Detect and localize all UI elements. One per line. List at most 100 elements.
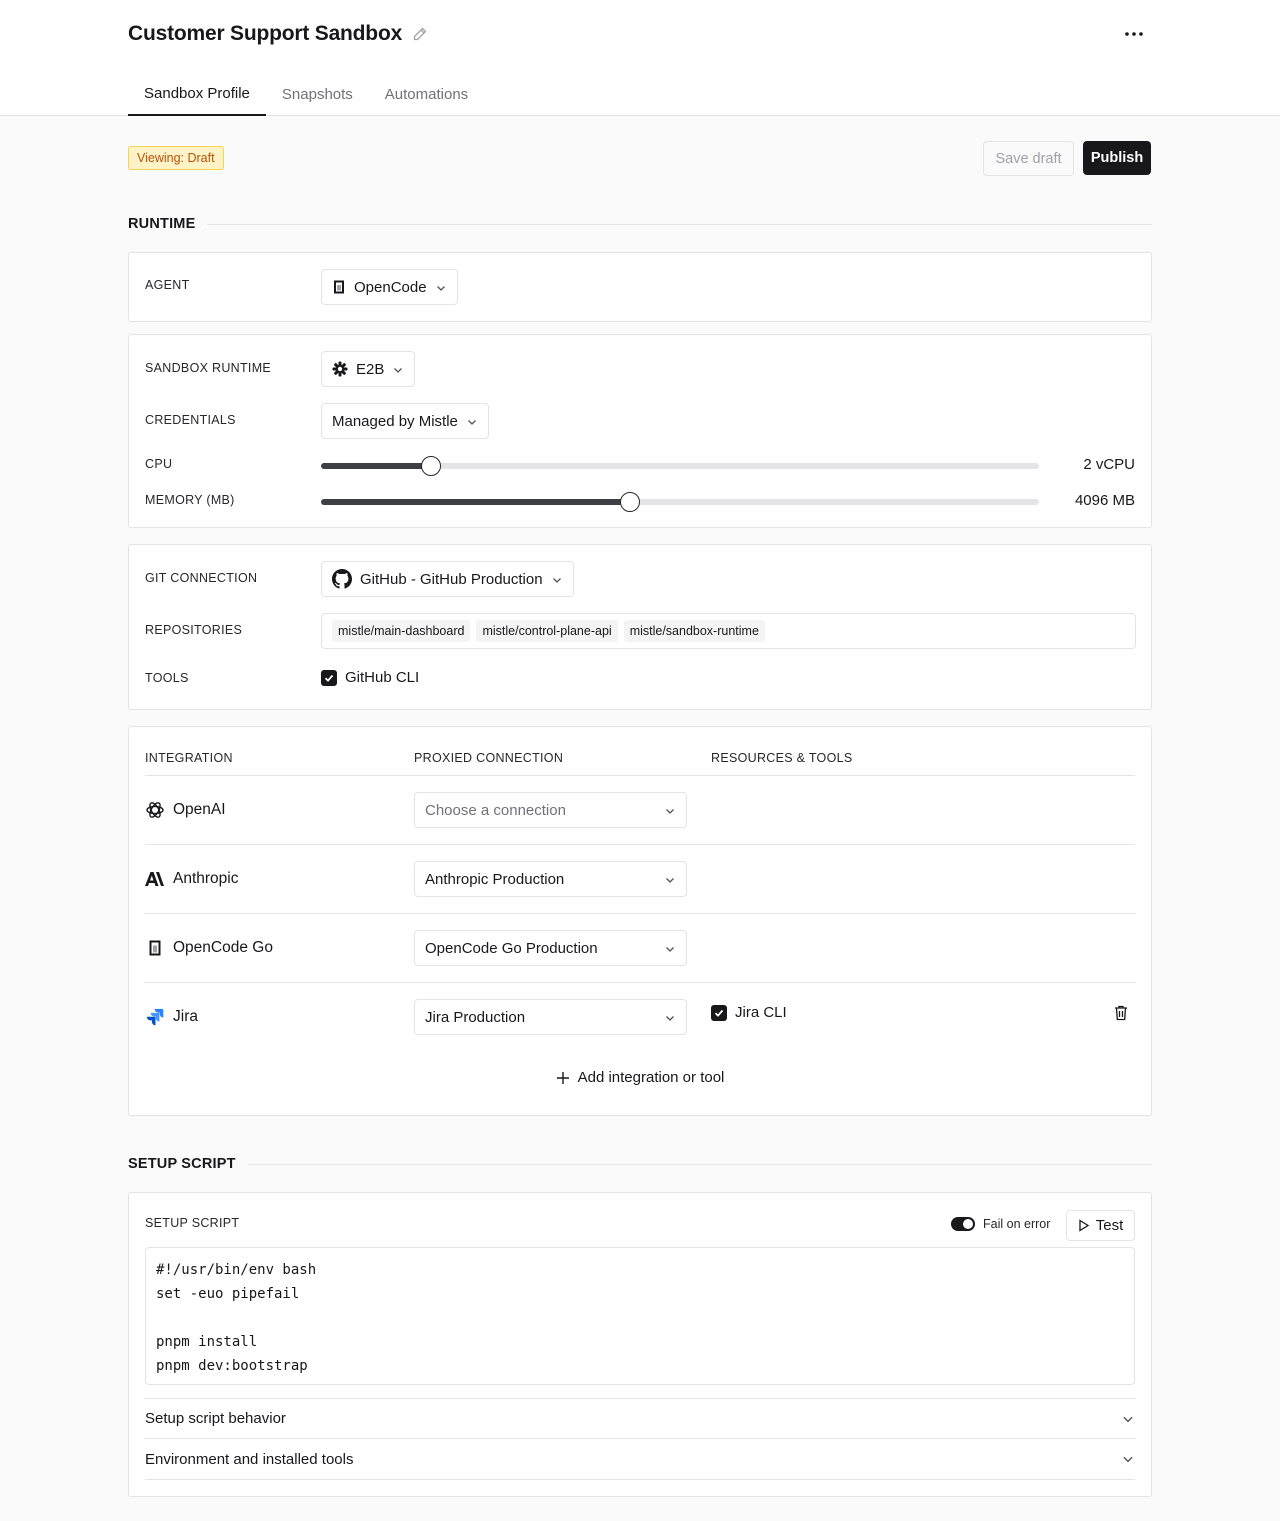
opencode-icon [145,938,165,958]
integration-openai: OpenAI [145,800,226,820]
integrations-card: INTEGRATION PROXIED CONNECTION RESOURCES… [128,726,1152,1116]
github-cli-checkbox[interactable]: GitHub CLI [321,669,419,686]
sandbox-runtime-select[interactable]: E2B [321,351,416,387]
chevron-down-icon [392,363,404,375]
runtime-section-header: RUNTIME [128,216,1152,232]
credentials-select[interactable]: Managed by Mistle [321,403,489,439]
save-draft-button[interactable]: Save draft [983,141,1074,176]
cpu-label: CPU [145,457,173,471]
play-icon [1078,1219,1090,1232]
sandbox-runtime-card: SANDBOX RUNTIME E2B CREDENTIALS Managed … [128,334,1152,528]
checkbox-checked-icon[interactable] [321,669,337,686]
setup-script-editor[interactable]: #!/usr/bin/env bash set -euo pipefail pn… [145,1247,1135,1385]
openai-icon [145,800,165,820]
tab-snapshots[interactable]: Snapshots [266,72,369,116]
setup-script-behavior-accordion[interactable]: Setup script behavior [145,1398,1135,1439]
jira-cli-checkbox[interactable]: Jira CLI [711,1004,787,1021]
checkbox-checked-icon[interactable] [711,1004,727,1021]
git-connection-select[interactable]: GitHub - GitHub Production [321,561,574,597]
chevron-down-icon [1121,1452,1135,1466]
pencil-icon[interactable] [412,26,428,42]
plus-icon [556,1071,570,1085]
integration-header: INTEGRATION [145,751,233,765]
more-options-icon[interactable] [1118,22,1150,46]
setup-script-card: SETUP SCRIPT Fail on error Test #!/usr/b… [128,1192,1152,1497]
slider-thumb[interactable] [619,492,640,512]
sandbox-runtime-value: E2B [356,360,385,378]
slider-fill [321,463,431,469]
chevron-down-icon [664,873,676,885]
divider [145,775,1135,776]
test-button[interactable]: Test [1066,1210,1135,1241]
divider [145,913,1135,914]
git-connection-value: GitHub - GitHub Production [360,570,543,588]
connection-value: Anthropic Production [425,870,565,888]
divider [247,1163,1152,1165]
tab-sandbox-profile[interactable]: Sandbox Profile [128,72,266,116]
environment-tools-accordion[interactable]: Environment and installed tools [145,1439,1135,1480]
anthropic-connection-select[interactable]: Anthropic Production [414,861,687,897]
accordion-label: Setup script behavior [145,1410,286,1427]
fail-on-error-toggle[interactable] [951,1217,975,1231]
agent-select[interactable]: OpenCode [321,269,458,305]
opencode-go-connection-select[interactable]: OpenCode Go Production [414,930,687,966]
slider-thumb[interactable] [420,456,441,476]
repository-chip[interactable]: mistle/control-plane-api [476,620,618,642]
chevron-down-icon [664,804,676,816]
divider [207,223,1152,225]
section-title: SETUP SCRIPT [128,1156,236,1172]
publish-button[interactable]: Publish [1083,141,1151,175]
git-card: GIT CONNECTION GitHub - GitHub Productio… [128,544,1152,710]
anthropic-icon [145,869,165,889]
chevron-down-icon [435,281,447,293]
setup-script-label: SETUP SCRIPT [145,1216,240,1230]
integration-jira: Jira [145,1007,198,1027]
trash-icon[interactable] [1113,1004,1129,1022]
integration-name: Anthropic [173,870,239,887]
repository-chip[interactable]: mistle/main-dashboard [332,620,471,642]
repository-chip[interactable]: mistle/sandbox-runtime [623,620,765,642]
agent-value: OpenCode [354,278,427,296]
memory-value: 4096 MB [1074,492,1135,509]
jira-icon [145,1007,165,1027]
repositories-label: REPOSITORIES [145,623,243,637]
add-integration-label: Add integration or tool [577,1069,725,1086]
github-icon [332,569,352,589]
divider [145,844,1135,845]
chevron-down-icon [664,942,676,954]
memory-slider[interactable] [321,491,1039,512]
jira-connection-select[interactable]: Jira Production [414,999,687,1035]
proxied-connection-header: PROXIED CONNECTION [414,751,564,765]
tab-bar: Sandbox Profile Snapshots Automations [128,72,484,116]
jira-cli-label: Jira CLI [735,1004,787,1021]
integration-anthropic: Anthropic [145,869,238,889]
chevron-down-icon [664,1011,676,1023]
agent-card: AGENT OpenCode [128,252,1152,322]
opencode-icon [332,280,346,294]
page-title: Customer Support Sandbox [128,22,403,45]
e2b-icon [332,361,348,377]
integration-opencode-go: OpenCode Go [145,938,273,958]
setup-script-section-header: SETUP SCRIPT [128,1156,1152,1172]
github-cli-label: GitHub CLI [345,669,420,686]
divider [145,982,1135,983]
title-row: Customer Support Sandbox [128,22,428,46]
add-integration-button[interactable]: Add integration or tool [129,1069,1151,1086]
openai-connection-select[interactable]: Choose a connection [414,792,687,828]
integration-name: Jira [173,1008,198,1025]
integration-name: OpenCode Go [173,939,273,956]
cpu-slider[interactable] [321,455,1039,476]
accordion-label: Environment and installed tools [145,1450,354,1468]
toolbar: Viewing: Draft Save draft Publish [128,140,1152,176]
agent-label: AGENT [145,278,190,292]
section-title: RUNTIME [128,216,196,232]
connection-value: OpenCode Go Production [425,939,598,957]
tab-automations[interactable]: Automations [369,72,484,116]
credentials-value: Managed by Mistle [332,412,458,430]
repositories-input[interactable]: mistle/main-dashboard mistle/control-pla… [321,613,1136,649]
connection-value: Jira Production [425,1008,526,1026]
cpu-value: 2 vCPU [1083,456,1135,473]
integration-name: OpenAI [173,801,226,818]
status-badge: Viewing: Draft [128,146,224,170]
resources-tools-header: RESOURCES & TOOLS [711,751,853,765]
